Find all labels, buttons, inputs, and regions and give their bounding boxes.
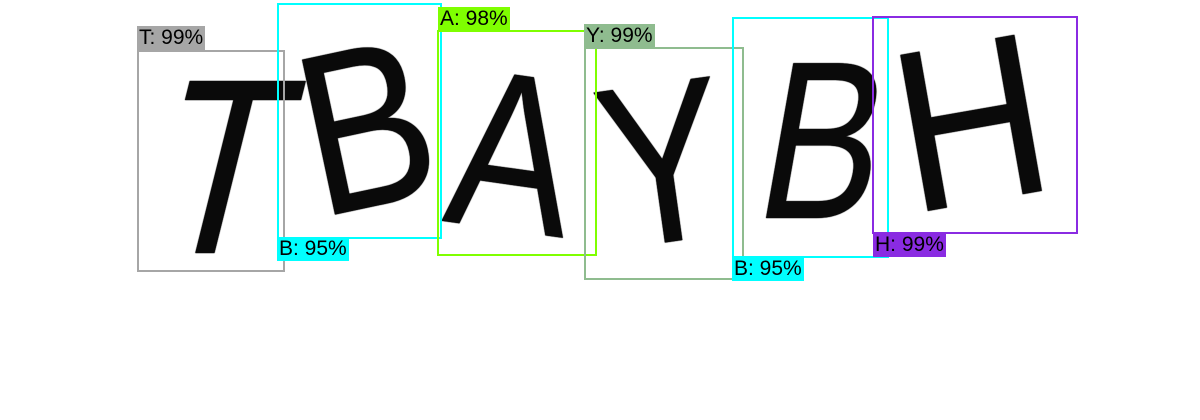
bounding-box-y bbox=[584, 47, 744, 280]
bounding-box-h bbox=[872, 16, 1078, 234]
bounding-box-b-first bbox=[277, 3, 442, 239]
detection-label-y: Y: 99% bbox=[584, 24, 655, 48]
detection-label-b-first: B: 95% bbox=[277, 237, 349, 261]
bounding-box-a bbox=[437, 30, 597, 256]
bounding-box-t bbox=[137, 50, 285, 272]
detection-label-t: T: 99% bbox=[137, 26, 206, 50]
detection-canvas: T B A Y B H T: 99% B: 95% A: 98% Y: 99% … bbox=[0, 0, 1200, 420]
detection-label-h: H: 99% bbox=[873, 233, 946, 257]
bounding-box-b-second bbox=[732, 17, 889, 258]
detection-label-a: A: 98% bbox=[438, 7, 510, 31]
detection-label-b-second: B: 95% bbox=[732, 257, 804, 281]
